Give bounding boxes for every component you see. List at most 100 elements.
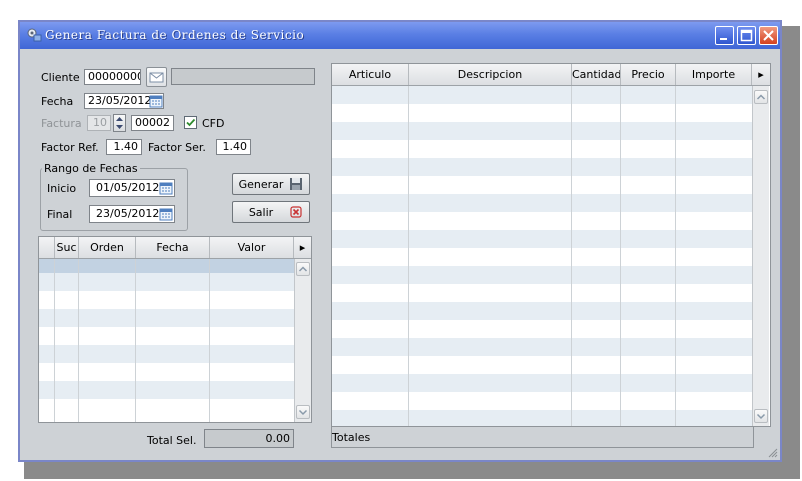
save-disk-icon xyxy=(290,178,302,190)
factor-ref-field[interactable]: 1.40 xyxy=(106,139,142,155)
final-value: 23/05/2012 xyxy=(96,207,160,220)
cfd-checkbox[interactable] xyxy=(184,116,197,129)
rango-fechas-title: Rango de Fechas xyxy=(42,162,140,175)
inicio-value: 01/05/2012 xyxy=(96,181,160,194)
generar-button[interactable]: Generar xyxy=(232,173,310,195)
table-row[interactable] xyxy=(332,212,752,230)
scroll-up-button[interactable] xyxy=(754,90,768,104)
fecha-value: 23/05/2012 xyxy=(88,94,152,107)
cliente-label: Cliente xyxy=(41,71,80,84)
column-divider xyxy=(209,259,210,422)
factor-ser-field[interactable]: 1.40 xyxy=(216,139,251,155)
cliente-name-field xyxy=(171,68,315,85)
cliente-code-field[interactable]: 00000000 xyxy=(84,69,141,85)
items-col-descripcion[interactable]: Descripcion xyxy=(409,64,572,85)
factor-ser-label: Factor Ser. xyxy=(148,141,206,154)
app-icon xyxy=(27,28,42,42)
chevron-down-icon xyxy=(756,413,766,420)
orders-table-header: Suc Orden Fecha Valor ▸ xyxy=(39,237,311,259)
inicio-calendar-icon[interactable] xyxy=(159,181,173,195)
close-icon xyxy=(763,30,774,41)
table-row[interactable] xyxy=(332,356,752,374)
orders-col-suc[interactable]: Suc xyxy=(55,237,79,258)
items-table-header: Articulo Descripcion Cantidad Precio Imp… xyxy=(332,64,770,86)
invoice-window: Genera Factura de Ordenes de Servicio Cl… xyxy=(18,20,782,462)
table-row[interactable] xyxy=(332,140,752,158)
table-row[interactable] xyxy=(332,266,752,284)
table-row[interactable] xyxy=(332,410,752,426)
inicio-label: Inicio xyxy=(47,182,77,195)
orders-col-valor[interactable]: Valor xyxy=(210,237,294,258)
close-window-button[interactable] xyxy=(759,26,778,45)
items-col-articulo[interactable]: Articulo xyxy=(332,64,409,85)
maximize-button[interactable] xyxy=(737,26,756,45)
orders-table-body[interactable] xyxy=(39,259,294,422)
column-divider xyxy=(54,259,55,422)
table-row[interactable] xyxy=(332,230,752,248)
column-divider xyxy=(675,86,676,426)
orders-col-fecha[interactable]: Fecha xyxy=(136,237,210,258)
column-divider xyxy=(620,86,621,426)
column-divider xyxy=(78,259,79,422)
column-divider xyxy=(135,259,136,422)
totales-bar: Totales xyxy=(331,427,754,448)
spinner-arrows-icon xyxy=(116,117,123,129)
table-row[interactable] xyxy=(332,392,752,410)
cfd-label: CFD xyxy=(202,117,225,130)
salir-button[interactable]: Salir xyxy=(232,201,310,223)
total-sel-field: 0.00 xyxy=(204,429,294,448)
salir-label: Salir xyxy=(248,206,274,219)
items-more-columns[interactable]: ▸ xyxy=(752,64,770,85)
table-row[interactable] xyxy=(332,320,752,338)
minimize-button[interactable] xyxy=(715,26,734,45)
orders-col-orden[interactable]: Orden xyxy=(79,237,136,258)
scroll-up-button[interactable] xyxy=(296,262,310,276)
table-row[interactable] xyxy=(332,374,752,392)
factura-numero-field[interactable]: 00002 xyxy=(131,115,174,131)
table-row[interactable] xyxy=(332,338,752,356)
factor-ref-label: Factor Ref. xyxy=(41,141,99,154)
items-table[interactable]: Articulo Descripcion Cantidad Precio Imp… xyxy=(331,63,771,427)
table-row[interactable] xyxy=(332,284,752,302)
column-divider xyxy=(571,86,572,426)
final-calendar-icon[interactable] xyxy=(159,207,173,221)
table-row[interactable] xyxy=(332,302,752,320)
items-col-precio[interactable]: Precio xyxy=(621,64,676,85)
table-row[interactable] xyxy=(332,86,752,104)
title-bar[interactable]: Genera Factura de Ordenes de Servicio xyxy=(20,22,780,49)
chevron-up-icon xyxy=(756,94,766,100)
table-row[interactable] xyxy=(332,122,752,140)
maximize-icon xyxy=(740,29,753,42)
column-divider xyxy=(408,86,409,426)
orders-col-selector[interactable] xyxy=(39,237,55,258)
items-col-importe[interactable]: Importe xyxy=(676,64,752,85)
table-row[interactable] xyxy=(332,248,752,266)
orders-more-columns[interactable]: ▸ xyxy=(294,237,311,258)
envelope-icon xyxy=(149,72,164,83)
final-label: Final xyxy=(47,208,73,221)
factura-spinner[interactable] xyxy=(113,114,126,132)
calendar-icon[interactable] xyxy=(149,94,163,108)
fecha-label: Fecha xyxy=(41,95,74,108)
scroll-down-button[interactable] xyxy=(754,409,768,423)
table-row[interactable] xyxy=(332,176,752,194)
minimize-icon xyxy=(720,38,727,40)
exit-x-icon xyxy=(290,206,302,218)
orders-table[interactable]: Suc Orden Fecha Valor ▸ xyxy=(38,236,312,423)
table-row[interactable] xyxy=(332,104,752,122)
chevron-down-icon xyxy=(298,409,308,416)
table-row[interactable] xyxy=(332,194,752,212)
factura-serie-field: 10 xyxy=(87,115,111,131)
chevron-up-icon xyxy=(298,266,308,272)
checkmark-icon xyxy=(186,118,196,127)
table-row[interactable] xyxy=(332,158,752,176)
scroll-down-button[interactable] xyxy=(296,405,310,419)
resize-grip-icon[interactable] xyxy=(768,448,778,458)
items-table-body[interactable] xyxy=(332,86,752,426)
orders-vertical-scrollbar[interactable] xyxy=(294,259,311,422)
items-col-cantidad[interactable]: Cantidad xyxy=(572,64,621,85)
totales-label: Totales xyxy=(332,431,371,444)
items-vertical-scrollbar[interactable] xyxy=(752,86,769,426)
cliente-lookup-button[interactable] xyxy=(146,67,167,87)
window-title: Genera Factura de Ordenes de Servicio xyxy=(45,28,305,42)
